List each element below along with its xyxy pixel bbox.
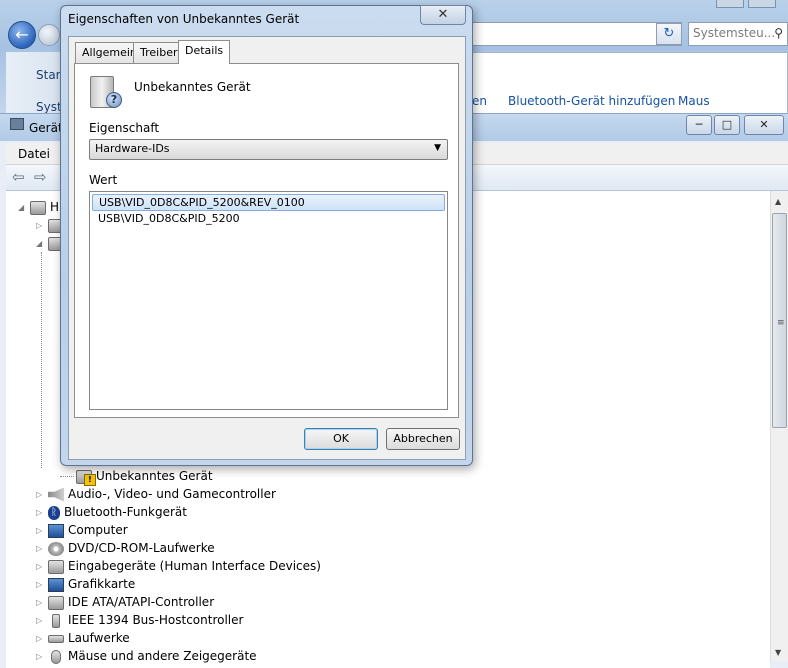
firewire-icon [52, 613, 60, 628]
back-arrow-icon: ← [15, 25, 29, 44]
property-select[interactable]: Hardware-IDs ▼ [89, 139, 448, 160]
close-button[interactable]: ✕ [744, 115, 784, 135]
menu-datei[interactable]: Datei [18, 147, 50, 161]
tree-item-label: Audio-, Video- und Gamecontroller [68, 487, 276, 501]
tree-item-label: DVD/CD-ROM-Laufwerke [68, 541, 215, 555]
disc-icon [48, 541, 64, 556]
close-icon: ✕ [437, 7, 449, 22]
expand-icon[interactable]: ▷ [36, 558, 46, 576]
tree-item-label: IEEE 1394 Bus-Hostcontroller [68, 613, 244, 627]
tree-item-ieee1394[interactable]: ▷ IEEE 1394 Bus-Hostcontroller [36, 611, 243, 629]
cp-link-partial[interactable]: en [472, 94, 487, 108]
search-placeholder: Systemsteu... [693, 26, 776, 40]
tree-item-ide[interactable]: ▷ IDE ATA/ATAPI-Controller [36, 593, 214, 611]
mouse-icon [51, 649, 61, 664]
tree-item-hid[interactable]: ▷ Eingabegeräte (Human Interface Devices) [36, 557, 321, 575]
tree-item-label: Computer [68, 523, 128, 537]
expand-icon[interactable]: ▷ [36, 504, 46, 522]
tab-details[interactable]: Details [178, 40, 231, 64]
expand-icon[interactable]: ▷ [36, 648, 46, 666]
hid-icon [48, 559, 64, 574]
mouse-link[interactable]: Maus [678, 94, 710, 108]
device-name: Unbekanntes Gerät [134, 80, 251, 94]
question-mark-icon: ? [106, 92, 122, 108]
tree-item-graphics[interactable]: ▷ Grafikkarte [36, 575, 135, 593]
cancel-button[interactable]: Abbrechen [386, 428, 460, 450]
tree-item-audio[interactable]: ▷ Audio-, Video- und Gamecontroller [36, 485, 276, 503]
search-icon[interactable]: ⚲ [774, 26, 783, 40]
collapse-icon[interactable]: ◢ [36, 235, 46, 253]
refresh-icon: ↻ [663, 26, 675, 41]
bluetooth-icon: ᚱ [48, 505, 60, 520]
expand-icon[interactable]: ▷ [36, 612, 46, 630]
tree-item-label: Unbekanntes Gerät [96, 469, 213, 483]
property-selected-value: Hardware-IDs [95, 142, 170, 155]
value-list-item[interactable]: USB\VID_0D8C&PID_5200&REV_0100 [92, 194, 445, 211]
tree-item-label: IDE ATA/ATAPI-Controller [68, 595, 215, 609]
expand-icon[interactable]: ▷ [36, 486, 46, 504]
tree-item-computer[interactable]: ▷ Computer [36, 521, 128, 539]
tree-item-unknown-device[interactable]: Unbekanntes Gerät [60, 467, 213, 486]
value-label: Wert [89, 173, 118, 187]
scroll-down-icon[interactable]: ▼ [775, 648, 781, 657]
dialog-title: Eigenschaften von Unbekanntes Gerät [68, 12, 300, 26]
close-icon: ✕ [759, 118, 769, 131]
tree-root-label: H [50, 200, 60, 214]
expand-icon[interactable]: ▷ [36, 217, 46, 235]
collapse-icon[interactable]: ◢ [18, 199, 28, 217]
add-bluetooth-device-link[interactable]: Bluetooth-Gerät hinzufügen [508, 94, 675, 108]
search-input[interactable]: Systemsteu... ⚲ [688, 22, 788, 46]
device-manager-icon [10, 118, 24, 130]
display-adapter-icon [48, 577, 64, 592]
expand-icon[interactable]: ▷ [36, 630, 46, 648]
ok-button[interactable]: OK [304, 428, 378, 450]
minimize-button[interactable]: ─ [686, 115, 712, 135]
scroll-up-icon[interactable]: ▲ [775, 197, 781, 206]
dialog-close-button[interactable]: ✕ [420, 5, 466, 25]
property-label: Eigenschaft [89, 121, 160, 135]
computer-root-icon [30, 200, 46, 215]
tree-root[interactable]: ◢ H [18, 198, 59, 216]
tree-item-mice[interactable]: ▷ Mäuse und andere Zeigegeräte [36, 647, 257, 665]
tree-item-dvd[interactable]: ▷ DVD/CD-ROM-Laufwerke [36, 539, 215, 557]
toolbar-forward-icon[interactable]: ⇨ [34, 170, 52, 186]
drive-icon [48, 634, 64, 643]
ide-icon [48, 595, 64, 610]
tree-item-label: Bluetooth-Funkgerät [64, 505, 187, 519]
minimize-icon: ─ [695, 118, 703, 131]
address-bar[interactable]: ▼ [470, 22, 682, 46]
cp-minimize-button[interactable] [716, 0, 744, 8]
tab-treiber[interactable]: Treiber [133, 42, 185, 63]
tree-connector [41, 252, 42, 468]
value-listbox[interactable]: USB\VID_0D8C&PID_5200&REV_0100 USB\VID_0… [89, 191, 448, 410]
value-list-item[interactable]: USB\VID_0D8C&PID_5200 [92, 211, 445, 228]
maximize-button[interactable]: □ [714, 115, 740, 135]
computer-icon [48, 523, 64, 538]
cp-maximize-button[interactable] [748, 0, 776, 8]
refresh-button[interactable]: ↻ [656, 23, 682, 45]
tree-item-bluetooth[interactable]: ▷ ᚱ Bluetooth-Funkgerät [36, 503, 187, 521]
vertical-scrollbar[interactable]: ▲ ≡ ▼ [770, 191, 788, 661]
chevron-down-icon: ▼ [434, 143, 441, 153]
expand-icon[interactable]: ▷ [36, 576, 46, 594]
tree-item-label: Eingabegeräte (Human Interface Devices) [68, 559, 321, 573]
forward-button[interactable] [38, 24, 60, 46]
warning-device-icon [76, 469, 96, 486]
restore-icon: □ [721, 118, 733, 131]
grip-icon: ≡ [777, 318, 785, 328]
tree-item-label: Mäuse und andere Zeigegeräte [68, 649, 257, 663]
tree-item-drives[interactable]: ▷ Laufwerke [36, 629, 130, 647]
expand-icon[interactable]: ▷ [36, 522, 46, 540]
back-button[interactable]: ← [8, 21, 36, 49]
speaker-icon [48, 487, 64, 502]
expand-icon[interactable]: ▷ [36, 540, 46, 558]
toolbar-back-icon[interactable]: ⇦ [12, 170, 30, 186]
tree-branch-line [60, 476, 74, 477]
scrollbar-thumb[interactable]: ≡ [772, 213, 787, 428]
tree-item-label: Grafikkarte [68, 577, 136, 591]
expand-icon[interactable]: ▷ [36, 594, 46, 612]
tree-item-label: Laufwerke [68, 631, 130, 645]
